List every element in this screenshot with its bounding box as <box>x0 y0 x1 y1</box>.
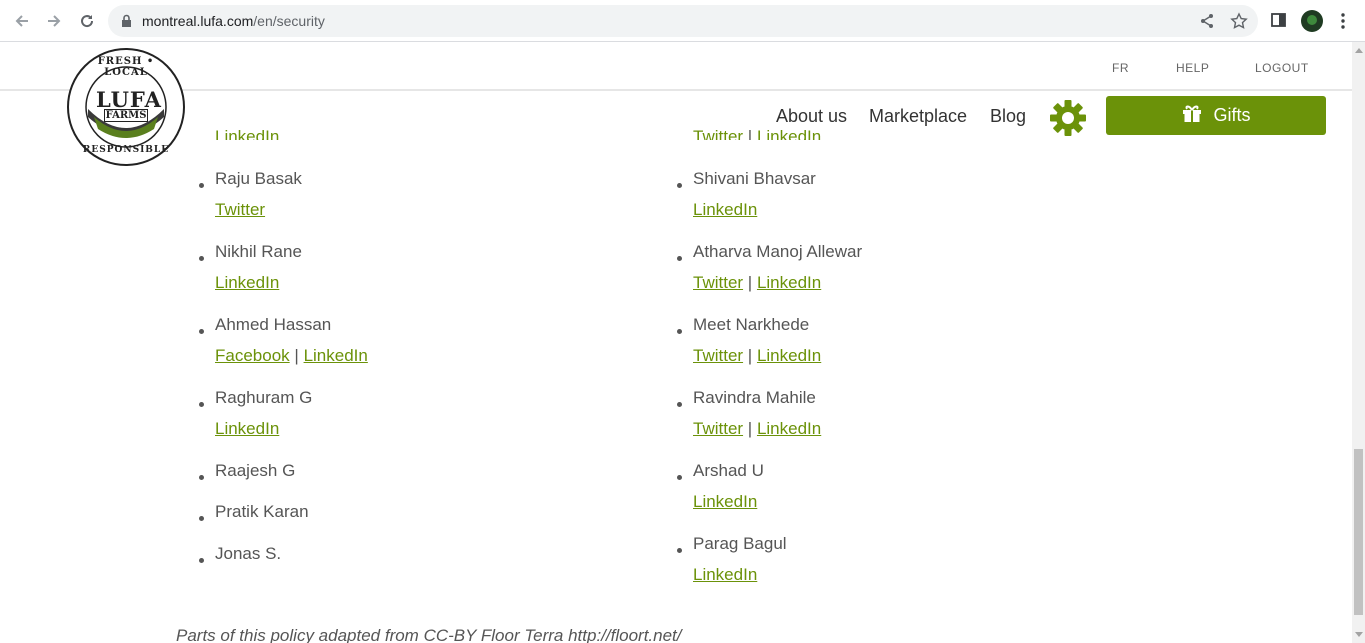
list-bullet <box>677 183 682 188</box>
linkedin-link[interactable]: LinkedIn <box>304 346 368 365</box>
link-separator: | <box>747 273 753 292</box>
contributor-links: LinkedIn <box>693 565 757 585</box>
lock-icon[interactable] <box>118 12 136 30</box>
contributor-links: LinkedIn <box>215 273 279 293</box>
logo-top-text: FRESH • LOCAL <box>97 56 155 78</box>
share-icon[interactable] <box>1198 12 1216 30</box>
contributor-name: Parag Bagul <box>693 534 787 553</box>
back-arrow-icon[interactable] <box>10 9 34 33</box>
contributor-name: Shivani Bhavsar <box>693 169 816 188</box>
nav-blog[interactable]: Blog <box>990 106 1026 127</box>
contributor-name: Raghuram G <box>215 388 313 407</box>
twitter-link[interactable]: Twitter <box>693 346 743 365</box>
nav-marketplace[interactable]: Marketplace <box>869 106 967 127</box>
contributor-name: Jonas S. <box>215 544 282 563</box>
contributor-name: Atharva Manoj Allewar <box>693 242 863 261</box>
kebab-menu-icon[interactable] <box>1336 11 1356 31</box>
partial-links-right: Twitter | LinkedIn <box>693 128 821 140</box>
facebook-link[interactable]: Facebook <box>215 346 290 365</box>
list-bullet <box>199 402 204 407</box>
url-host: montreal.lufa.com <box>142 13 254 29</box>
gifts-label: Gifts <box>1213 105 1251 125</box>
contributor-name: Raajesh G <box>215 461 296 480</box>
address-bar[interactable]: montreal.lufa.com/en/security <box>108 5 1258 37</box>
gifts-button[interactable]: Gifts <box>1106 96 1326 135</box>
linkedin-link[interactable]: LinkedIn <box>693 565 757 584</box>
lufa-farms-logo[interactable]: LUFA FARMS FRESH • LOCAL RESPONSIBLE <box>66 47 186 167</box>
list-bullet <box>199 183 204 188</box>
linkedin-link[interactable]: LinkedIn <box>693 492 757 511</box>
contributor-links: Twitter <box>215 200 265 220</box>
logout-link[interactable]: LOGOUT <box>1255 61 1309 75</box>
site-utility-bar: FR HELP LOGOUT <box>0 42 1352 91</box>
list-bullet <box>199 516 204 521</box>
twitter-link[interactable]: Twitter <box>215 200 265 219</box>
settings-gear-icon[interactable] <box>1050 100 1086 136</box>
reload-icon[interactable] <box>75 9 99 33</box>
list-bullet <box>199 256 204 261</box>
contributor-links: Twitter | LinkedIn <box>693 346 821 366</box>
link-separator: | <box>747 346 753 365</box>
browser-toolbar: montreal.lufa.com/en/security <box>0 0 1365 42</box>
page-scrollbar[interactable] <box>1352 42 1365 643</box>
contributor-links: LinkedIn <box>693 200 757 220</box>
contributor-links: LinkedIn <box>693 492 757 512</box>
list-bullet <box>677 475 682 480</box>
list-bullet <box>199 475 204 480</box>
contributor-links: Facebook | LinkedIn <box>215 346 368 366</box>
link-separator: | <box>747 128 753 140</box>
linkedin-link[interactable]: LinkedIn <box>757 346 821 365</box>
contributor-links: Twitter | LinkedIn <box>693 419 821 439</box>
url-path: /en/security <box>253 13 325 29</box>
linkedin-link[interactable]: LinkedIn <box>693 200 757 219</box>
list-bullet <box>677 329 682 334</box>
contributor-name: Meet Narkhede <box>693 315 810 334</box>
list-bullet <box>199 558 204 563</box>
profile-avatar[interactable] <box>1301 10 1323 32</box>
scrollbar-thumb[interactable] <box>1354 449 1363 615</box>
policy-attribution-note: Parts of this policy adapted from CC-BY … <box>176 626 682 643</box>
link-separator: | <box>747 419 753 438</box>
scroll-up-arrow-icon[interactable] <box>1355 48 1363 53</box>
contributor-name: Arshad U <box>693 461 764 480</box>
linkedin-link[interactable]: LinkedIn <box>215 419 279 438</box>
partial-link-left[interactable]: LinkedIn <box>215 128 279 140</box>
partial-linkedin-link[interactable]: LinkedIn <box>757 128 821 140</box>
list-bullet <box>199 329 204 334</box>
side-panel-icon[interactable] <box>1270 11 1290 31</box>
contributor-links: Twitter | LinkedIn <box>693 273 821 293</box>
list-bullet <box>677 548 682 553</box>
twitter-link[interactable]: Twitter <box>693 273 743 292</box>
logo-bottom-text: RESPONSIBLE <box>82 145 170 155</box>
twitter-link[interactable]: Twitter <box>693 419 743 438</box>
contributor-name: Raju Basak <box>215 169 302 188</box>
list-bullet <box>677 402 682 407</box>
linkedin-link[interactable]: LinkedIn <box>757 273 821 292</box>
contributor-name: Nikhil Rane <box>215 242 302 261</box>
contributor-name: Pratik Karan <box>215 502 309 521</box>
forward-arrow-icon[interactable] <box>42 9 66 33</box>
scroll-down-arrow-icon[interactable] <box>1355 632 1363 637</box>
bookmark-star-icon[interactable] <box>1230 12 1248 30</box>
logo-farms-text: FARMS <box>104 109 148 122</box>
nav-about-us[interactable]: About us <box>776 106 847 127</box>
help-link[interactable]: HELP <box>1176 61 1209 75</box>
language-fr-link[interactable]: FR <box>1112 61 1129 75</box>
contributor-name: Ravindra Mahile <box>693 388 816 407</box>
partial-twitter-link[interactable]: Twitter <box>693 128 743 140</box>
url-text[interactable]: montreal.lufa.com/en/security <box>142 13 325 29</box>
linkedin-link[interactable]: LinkedIn <box>215 273 279 292</box>
linkedin-link[interactable]: LinkedIn <box>757 419 821 438</box>
gift-icon <box>1181 103 1203 128</box>
contributor-name: Ahmed Hassan <box>215 315 332 334</box>
list-bullet <box>677 256 682 261</box>
contributor-links: LinkedIn <box>215 419 279 439</box>
link-separator: | <box>294 346 299 365</box>
